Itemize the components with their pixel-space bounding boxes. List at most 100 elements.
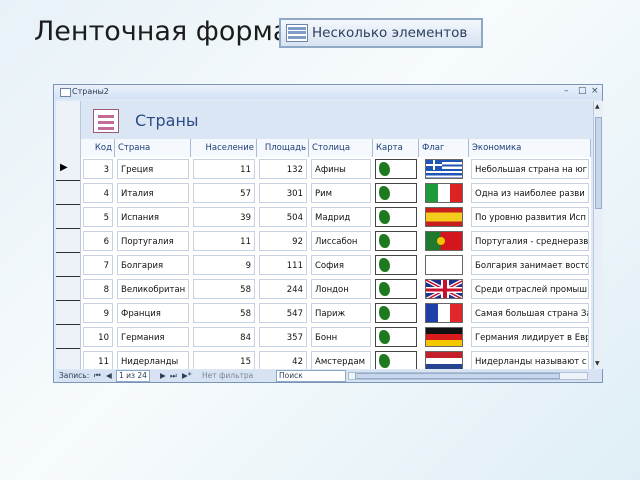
cell-area[interactable]: 42: [259, 351, 307, 369]
record-selector-divider: [56, 300, 80, 301]
new-record-button[interactable]: ▶*: [182, 371, 192, 380]
table-row[interactable]: 3 Греция 11 132 Афины Небольшая страна на юг: [81, 157, 591, 181]
cell-country[interactable]: Болгария: [117, 255, 189, 275]
cell-country[interactable]: Португалия: [117, 231, 189, 251]
maximize-button[interactable]: □: [578, 86, 587, 96]
flag-image: [425, 159, 463, 179]
cell-population[interactable]: 84: [193, 327, 255, 347]
cell-capital[interactable]: Лондон: [311, 279, 371, 299]
cell-code[interactable]: 11: [83, 351, 113, 369]
cell-code[interactable]: 6: [83, 231, 113, 251]
record-position-field[interactable]: 1 из 24: [116, 370, 150, 382]
cell-area[interactable]: 244: [259, 279, 307, 299]
horizontal-scrollbar[interactable]: [348, 372, 588, 380]
column-header[interactable]: Экономика: [469, 139, 591, 157]
first-record-button[interactable]: ⏮: [94, 371, 101, 381]
table-row[interactable]: 9 Франция 58 547 Париж Самая большая страна З…: [81, 301, 591, 325]
flag-image: [425, 279, 463, 299]
cell-code[interactable]: 4: [83, 183, 113, 203]
cell-area[interactable]: 132: [259, 159, 307, 179]
cell-capital[interactable]: Рим: [311, 183, 371, 203]
cell-economy[interactable]: Среди отраслей промыш: [471, 279, 589, 299]
cell-code[interactable]: 9: [83, 303, 113, 323]
cell-capital[interactable]: Париж: [311, 303, 371, 323]
scroll-up-icon[interactable]: ▲: [595, 103, 600, 110]
map-image: [375, 183, 417, 203]
record-selector-divider: [56, 204, 80, 205]
cell-population[interactable]: 58: [193, 279, 255, 299]
horizontal-scroll-thumb[interactable]: [355, 373, 560, 379]
cell-code[interactable]: 3: [83, 159, 113, 179]
column-header[interactable]: Страна: [115, 139, 191, 157]
cell-country[interactable]: Нидерланды: [117, 351, 189, 369]
cell-country[interactable]: Испания: [117, 207, 189, 227]
prev-record-button[interactable]: ◀: [106, 371, 112, 380]
vertical-scroll-thumb[interactable]: [595, 117, 602, 209]
cell-economy[interactable]: Небольшая страна на юг: [471, 159, 589, 179]
table-row[interactable]: 10 Германия 84 357 Бонн Германия лидирует в Е…: [81, 325, 591, 349]
flag-image: [425, 351, 463, 369]
last-record-button[interactable]: ⏭: [170, 371, 177, 381]
cell-area[interactable]: 357: [259, 327, 307, 347]
table-row[interactable]: 6 Португалия 11 92 Лиссабон Португалия - сред…: [81, 229, 591, 253]
cell-area[interactable]: 547: [259, 303, 307, 323]
cell-population[interactable]: 15: [193, 351, 255, 369]
cell-population[interactable]: 11: [193, 159, 255, 179]
cell-population[interactable]: 57: [193, 183, 255, 203]
cell-country[interactable]: Греция: [117, 159, 189, 179]
vertical-scrollbar[interactable]: ▲ ▼: [593, 101, 603, 369]
close-button[interactable]: ×: [591, 86, 599, 96]
cell-capital[interactable]: Афины: [311, 159, 371, 179]
table-row[interactable]: 5 Испания 39 504 Мадрид По уровню развития Ис…: [81, 205, 591, 229]
cell-capital[interactable]: Амстердам: [311, 351, 371, 369]
cell-economy[interactable]: По уровню развития Исп: [471, 207, 589, 227]
cell-country[interactable]: Великобритан: [117, 279, 189, 299]
table-row[interactable]: 11 Нидерланды 15 42 Амстердам Нидерланды назы…: [81, 349, 591, 369]
scroll-down-icon[interactable]: ▼: [595, 360, 600, 367]
cell-code[interactable]: 8: [83, 279, 113, 299]
table-row[interactable]: 7 Болгария 9 111 София Болгария занимает вост…: [81, 253, 591, 277]
cell-capital[interactable]: Лиссабон: [311, 231, 371, 251]
cell-country[interactable]: Франция: [117, 303, 189, 323]
cell-area[interactable]: 92: [259, 231, 307, 251]
cell-economy[interactable]: Португалия - среднеразв: [471, 231, 589, 251]
column-header[interactable]: Карта: [373, 139, 419, 157]
cell-economy[interactable]: Самая большая страна За: [471, 303, 589, 323]
cell-code[interactable]: 7: [83, 255, 113, 275]
column-header[interactable]: Население: [191, 139, 257, 157]
cell-country[interactable]: Германия: [117, 327, 189, 347]
cell-capital[interactable]: Мадрид: [311, 207, 371, 227]
cell-economy[interactable]: Одна из наиболее разви: [471, 183, 589, 203]
cell-area[interactable]: 111: [259, 255, 307, 275]
cell-capital[interactable]: София: [311, 255, 371, 275]
cell-code[interactable]: 5: [83, 207, 113, 227]
cell-population[interactable]: 39: [193, 207, 255, 227]
records-grid: Код Страна Население Площадь Столица Карта Фла…: [81, 139, 591, 369]
cell-economy[interactable]: Германия лидирует в Евр: [471, 327, 589, 347]
cell-economy[interactable]: Нидерланды называют с: [471, 351, 589, 369]
next-record-button[interactable]: ▶: [160, 371, 166, 380]
flag-image: [425, 255, 463, 275]
minimize-button[interactable]: –: [564, 86, 569, 96]
cell-area[interactable]: 301: [259, 183, 307, 203]
cell-code[interactable]: 10: [83, 327, 113, 347]
cell-capital[interactable]: Бонн: [311, 327, 371, 347]
column-header[interactable]: Код: [81, 139, 115, 157]
table-row[interactable]: 4 Италия 57 301 Рим Одна из наиболее разви: [81, 181, 591, 205]
cell-country[interactable]: Италия: [117, 183, 189, 203]
cell-population[interactable]: 11: [193, 231, 255, 251]
cell-economy[interactable]: Болгария занимает восто: [471, 255, 589, 275]
cell-population[interactable]: 58: [193, 303, 255, 323]
multiple-items-button[interactable]: Несколько элементов: [279, 18, 483, 48]
column-header[interactable]: Столица: [309, 139, 373, 157]
column-header[interactable]: Площадь: [257, 139, 309, 157]
filter-indicator[interactable]: Нет фильтра: [202, 371, 253, 380]
column-header[interactable]: Флаг: [419, 139, 469, 157]
cell-population[interactable]: 9: [193, 255, 255, 275]
record-selector-divider: [56, 252, 80, 253]
record-selector-bar[interactable]: ▶: [56, 101, 81, 369]
search-input[interactable]: Поиск: [276, 370, 346, 382]
cell-area[interactable]: 504: [259, 207, 307, 227]
map-image: [375, 207, 417, 227]
table-row[interactable]: 8 Великобритан 58 244 Лондон Среди отраслей п…: [81, 277, 591, 301]
